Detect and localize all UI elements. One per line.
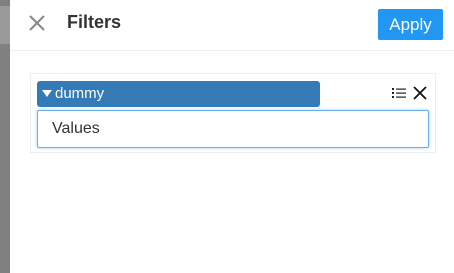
filter-card: dummy Values	[30, 73, 436, 153]
background-overlay-edge	[0, 6, 10, 44]
background-overlay	[0, 0, 10, 273]
values-input[interactable]: Values	[37, 110, 429, 148]
panel-title: Filters	[67, 12, 122, 32]
values-placeholder: Values	[52, 120, 100, 137]
filters-panel: Filters Apply dummy Values	[10, 0, 454, 273]
remove-filter-icon[interactable]	[413, 86, 427, 100]
filter-field-label: dummy	[55, 85, 105, 102]
caret-down-icon	[42, 90, 52, 97]
list-icon[interactable]	[392, 86, 406, 100]
close-icon[interactable]	[27, 13, 47, 33]
apply-button[interactable]: Apply	[378, 9, 443, 40]
filters-header: Filters Apply	[10, 0, 454, 51]
filter-field-tag[interactable]: dummy	[37, 81, 320, 107]
